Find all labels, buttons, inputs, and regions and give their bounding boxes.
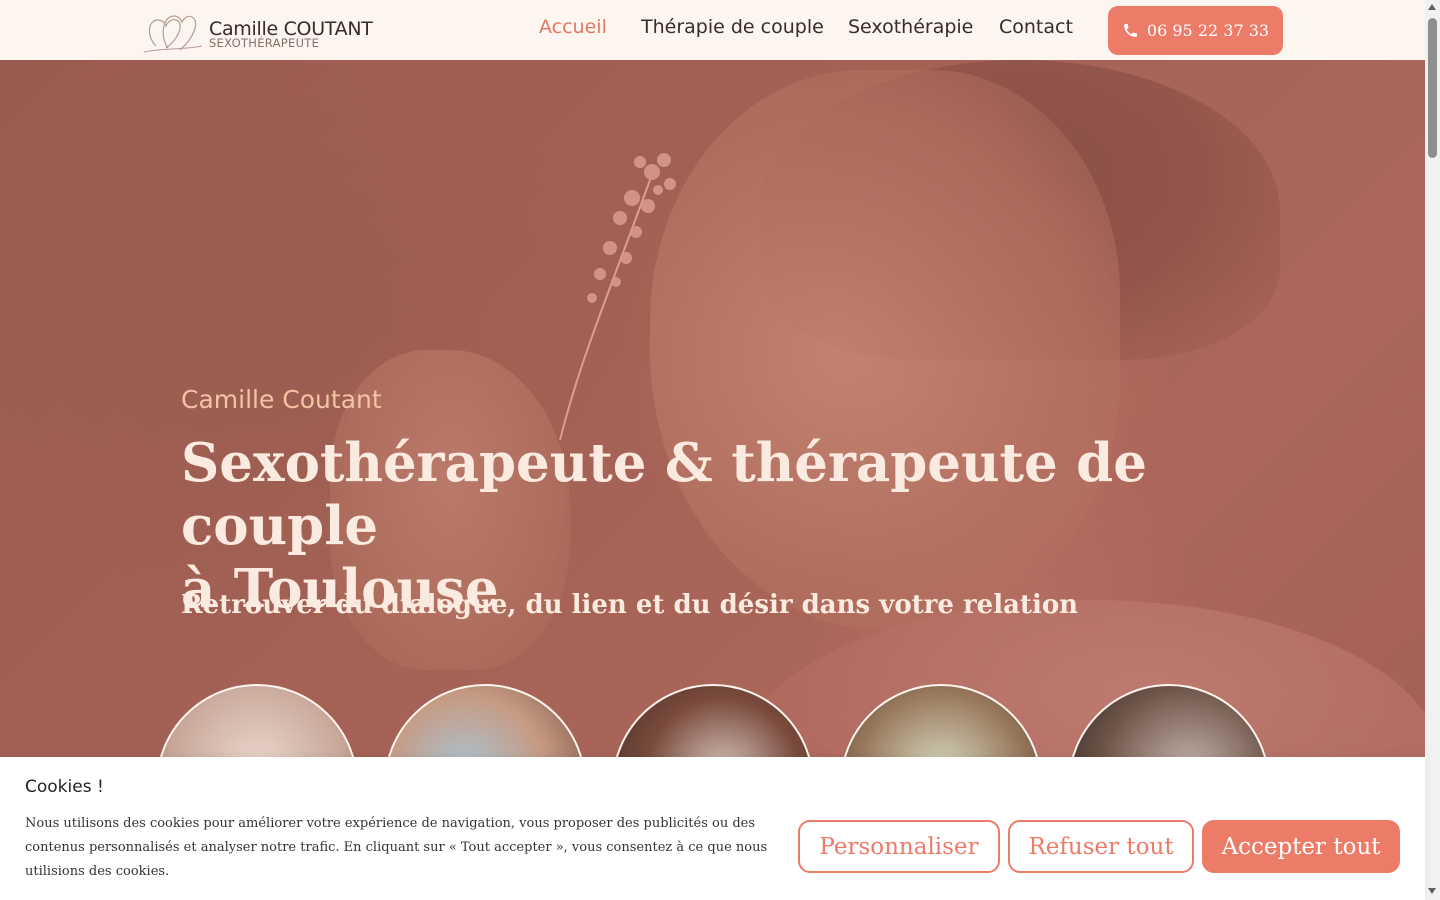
nav-item-accueil[interactable]: Accueil	[539, 16, 607, 38]
page-scrollbar[interactable]	[1425, 0, 1440, 900]
nav-item-therapie-couple[interactable]: Thérapie de couple	[641, 16, 824, 38]
nav-item-contact[interactable]: Contact	[999, 16, 1073, 38]
hero-kicker: Camille Coutant	[181, 385, 382, 414]
cookie-title: Cookies !	[25, 777, 104, 797]
scroll-down-arrow-icon[interactable]	[1428, 888, 1436, 894]
refuse-cookies-button[interactable]: Refuser tout	[1008, 820, 1194, 873]
phone-number: 06 95 22 37 33	[1146, 21, 1270, 40]
scrollbar-thumb[interactable]	[1428, 18, 1437, 158]
phone-icon	[1124, 24, 1137, 37]
scroll-up-arrow-icon[interactable]	[1428, 4, 1436, 10]
hero-title-line1: Sexothérapeute & thérapeute de couple	[181, 432, 1147, 557]
site-header: Camille COUTANT SEXOTHÉRAPEUTE Accueil T…	[0, 0, 1425, 60]
cookie-banner: Cookies ! Nous utilisons des cookies pou…	[0, 757, 1425, 900]
accept-cookies-button[interactable]: Accepter tout	[1202, 820, 1400, 873]
hero-subtitle: Retrouver du dialogue, du lien et du dés…	[181, 590, 1079, 620]
customize-cookies-button[interactable]: Personnaliser	[798, 820, 1000, 873]
cookie-text: Nous utilisons des cookies pour améliore…	[25, 816, 768, 879]
phone-button[interactable]: 06 95 22 37 33	[1108, 6, 1283, 55]
nav-item-sexotherapie[interactable]: Sexothérapie	[848, 16, 973, 38]
